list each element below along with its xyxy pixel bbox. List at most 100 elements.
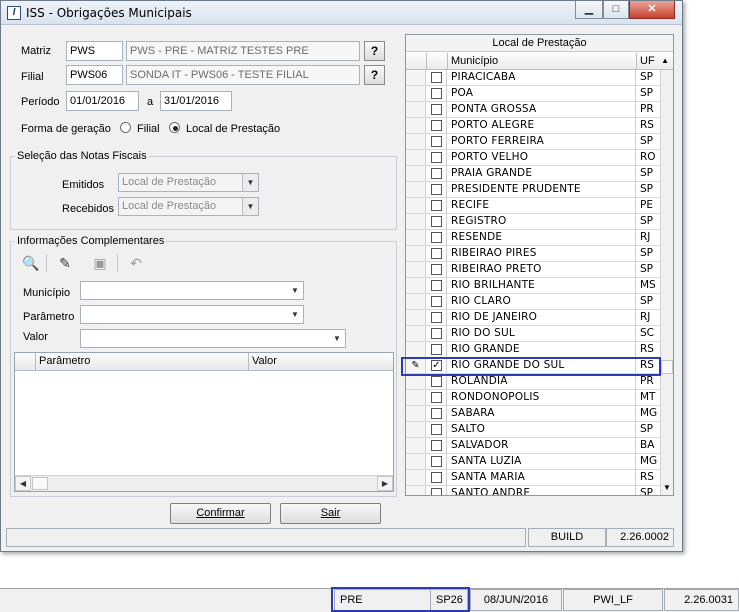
checkbox-box[interactable] <box>431 200 442 211</box>
local-prestacao-grid[interactable]: Local de Prestação Município UF ▲ PIRACIC… <box>405 34 674 496</box>
sair-button[interactable]: Sair <box>280 503 381 524</box>
periodo-end-field[interactable]: 31/01/2016 <box>160 91 232 111</box>
scroll-down-icon[interactable]: ▼ <box>661 481 673 495</box>
checkbox-box[interactable] <box>431 456 442 467</box>
checkbox-box[interactable] <box>431 376 442 387</box>
periodo-start-field[interactable]: 01/01/2016 <box>66 91 139 111</box>
grid-col-valor[interactable]: Valor <box>249 353 393 371</box>
checkbox-box[interactable] <box>431 488 442 495</box>
minimize-button[interactable]: ▁ <box>575 1 603 19</box>
matriz-code-field[interactable]: PWS <box>66 41 123 61</box>
grid-row[interactable]: RIO CLARO SP <box>406 294 660 310</box>
grid-row[interactable]: RECIFE PE <box>406 198 660 214</box>
row-checkbox[interactable] <box>427 294 447 309</box>
grid-row[interactable]: PORTO FERREIRA SP <box>406 134 660 150</box>
row-checkbox[interactable] <box>427 150 447 165</box>
grid-col-municipio[interactable]: Município <box>448 53 637 70</box>
grid-row[interactable]: PRAIA GRANDE SP <box>406 166 660 182</box>
grid-row[interactable]: SALTO SP <box>406 422 660 438</box>
municipio-select[interactable]: ▼ <box>80 281 304 300</box>
save-icon[interactable]: ▣ <box>90 253 110 273</box>
edit-icon[interactable]: ✎ <box>55 253 75 273</box>
row-checkbox[interactable] <box>427 134 447 149</box>
row-checkbox[interactable] <box>427 262 447 277</box>
row-checkbox[interactable] <box>427 438 447 453</box>
checkbox-box[interactable] <box>431 440 442 451</box>
scroll-thumb[interactable] <box>32 477 48 490</box>
grid-row[interactable]: SANTA LUZIA MG <box>406 454 660 470</box>
row-checkbox[interactable] <box>427 230 447 245</box>
row-checkbox[interactable] <box>427 70 447 85</box>
row-checkbox[interactable] <box>427 214 447 229</box>
checkbox-box[interactable] <box>431 328 442 339</box>
row-checkbox[interactable] <box>427 390 447 405</box>
row-checkbox[interactable] <box>427 118 447 133</box>
grid-row[interactable]: RIBEIRAO PIRES SP <box>406 246 660 262</box>
grid-row[interactable]: PONTA GROSSA PR <box>406 102 660 118</box>
undo-icon[interactable]: ↶ <box>126 253 146 273</box>
grid-row[interactable]: PORTO VELHO RO <box>406 150 660 166</box>
grid-row[interactable]: RIO GRANDE RS <box>406 342 660 358</box>
binoculars-icon[interactable]: 🔍 <box>21 253 41 273</box>
checkbox-box[interactable] <box>431 280 442 291</box>
filial-code-field[interactable]: PWS06 <box>66 65 123 85</box>
filial-lookup-button[interactable]: ? <box>364 65 385 85</box>
scroll-right-icon[interactable]: ▶ <box>377 476 393 491</box>
row-checkbox[interactable] <box>427 454 447 469</box>
grid-row[interactable]: ROLANDIA PR <box>406 374 660 390</box>
checkbox-box[interactable] <box>431 104 442 115</box>
grid-row[interactable]: SALVADOR BA <box>406 438 660 454</box>
parametros-grid[interactable]: Parâmetro Valor ◀ ▶ <box>14 352 394 492</box>
emitidos-select[interactable]: Local de Prestação ▼ <box>118 173 259 192</box>
row-checkbox[interactable] <box>427 406 447 421</box>
grid-col-uf[interactable]: UF ▲ <box>637 53 673 70</box>
forma-local-radio[interactable] <box>169 122 180 133</box>
grid-row[interactable]: REGISTRO SP <box>406 214 660 230</box>
row-checkbox[interactable] <box>427 310 447 325</box>
row-checkbox[interactable] <box>427 486 447 495</box>
grid-row[interactable]: SANTO ANDRE SP <box>406 486 660 495</box>
checkbox-box[interactable] <box>431 408 442 419</box>
grid-row[interactable]: RIO DE JANEIRO RJ <box>406 310 660 326</box>
grid-row[interactable]: RIO BRILHANTE MS <box>406 278 660 294</box>
grid-col-parametro[interactable]: Parâmetro <box>36 353 249 371</box>
grid-row[interactable]: RIO DO SUL SC <box>406 326 660 342</box>
scroll-thumb[interactable] <box>661 360 673 374</box>
row-checkbox[interactable] <box>427 422 447 437</box>
matriz-lookup-button[interactable]: ? <box>364 41 385 61</box>
maximize-button[interactable]: □ <box>603 1 629 19</box>
confirmar-button[interactable]: Confirmar <box>170 503 271 524</box>
parametro-select[interactable]: ▼ <box>80 305 304 324</box>
checkbox-box[interactable] <box>431 152 442 163</box>
grid-row[interactable]: ✎ ✓ RIO GRANDE DO SUL RS <box>406 358 660 374</box>
grid-row[interactable]: RESENDE RJ <box>406 230 660 246</box>
row-checkbox[interactable]: ✓ <box>427 358 447 373</box>
grid-row[interactable]: POA SP <box>406 86 660 102</box>
checkbox-box[interactable] <box>431 88 442 99</box>
horizontal-scrollbar[interactable]: ◀ ▶ <box>15 475 393 491</box>
checkbox-box[interactable] <box>431 216 442 227</box>
row-checkbox[interactable] <box>427 470 447 485</box>
checkbox-box[interactable] <box>431 392 442 403</box>
row-checkbox[interactable] <box>427 278 447 293</box>
valor-select[interactable]: ▼ <box>80 329 346 348</box>
checkbox-box[interactable] <box>431 344 442 355</box>
row-checkbox[interactable] <box>427 246 447 261</box>
row-checkbox[interactable] <box>427 86 447 101</box>
checkmark-icon[interactable]: ✓ <box>431 360 442 371</box>
checkbox-box[interactable] <box>431 72 442 83</box>
checkbox-box[interactable] <box>431 312 442 323</box>
recebidos-select[interactable]: Local de Prestação ▼ <box>118 197 259 216</box>
row-checkbox[interactable] <box>427 374 447 389</box>
checkbox-box[interactable] <box>431 248 442 259</box>
checkbox-box[interactable] <box>431 232 442 243</box>
checkbox-box[interactable] <box>431 168 442 179</box>
grid-row[interactable]: RIBEIRAO PRETO SP <box>406 262 660 278</box>
grid-row[interactable]: PIRACICABA SP <box>406 70 660 86</box>
grid-row[interactable]: RONDONOPOLIS MT <box>406 390 660 406</box>
row-checkbox[interactable] <box>427 198 447 213</box>
row-checkbox[interactable] <box>427 182 447 197</box>
row-checkbox[interactable] <box>427 166 447 181</box>
forma-filial-radio[interactable] <box>120 122 131 133</box>
scroll-left-icon[interactable]: ◀ <box>15 476 31 491</box>
